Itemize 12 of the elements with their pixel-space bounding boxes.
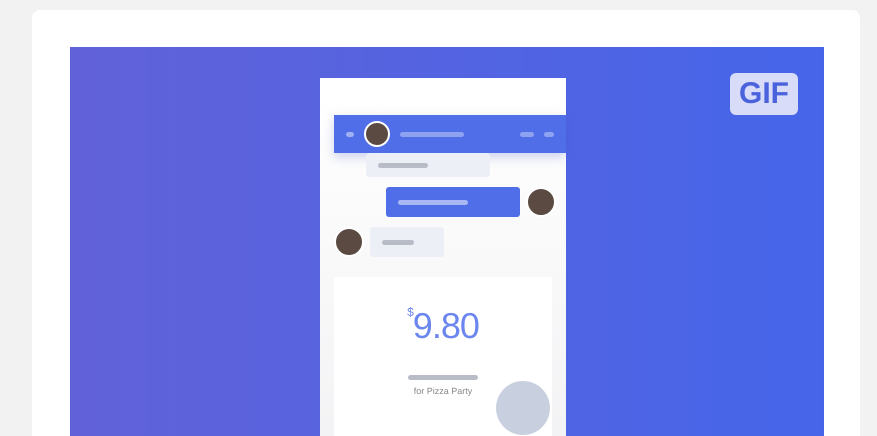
- gif-badge: GIF: [730, 73, 798, 115]
- circle-shape: [496, 381, 550, 435]
- blurred-text: [544, 132, 554, 136]
- blurred-text: [400, 132, 464, 136]
- avatar-icon: [364, 121, 390, 147]
- back-icon[interactable]: [346, 132, 354, 136]
- payment-note: for Pizza Party: [414, 386, 472, 396]
- avatar-icon: [526, 187, 556, 217]
- payment-amount: $^{$}$9.80: [407, 305, 479, 347]
- blurred-text: [520, 132, 534, 136]
- avatar-icon: [334, 227, 364, 257]
- blurred-text: [408, 375, 478, 380]
